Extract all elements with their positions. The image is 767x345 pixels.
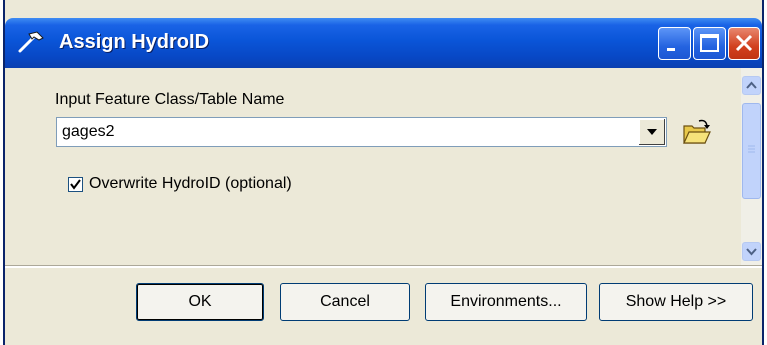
cancel-button-label: Cancel [320,293,370,310]
chevron-down-icon [746,248,757,256]
ok-button-label: OK [188,293,212,310]
input-feature-class-combobox[interactable]: gages2 [56,117,667,147]
combobox-value: gages2 [62,123,115,140]
chevron-up-icon [746,81,757,89]
ok-button[interactable]: OK [136,283,264,321]
scroll-down-button[interactable] [742,242,761,261]
input-field-label: Input Feature Class/Table Name [55,91,285,108]
button-bar-divider [5,265,762,268]
dropdown-button[interactable] [638,119,665,145]
maximize-button[interactable] [693,27,726,60]
environments-button[interactable]: Environments... [425,283,587,321]
browse-button[interactable] [679,115,713,149]
cancel-button[interactable]: Cancel [280,283,410,321]
dialog-window: Assign HydroID Input Feature Class/Table… [3,0,764,345]
scroll-up-button[interactable] [742,76,761,95]
title-bar[interactable]: Assign HydroID [5,18,762,68]
show-help-button[interactable]: Show Help >> [599,283,753,321]
hammer-icon [17,30,45,54]
chevron-down-icon [647,129,657,135]
window-title: Assign HydroID [59,31,210,53]
overwrite-checkbox[interactable] [68,177,83,192]
grip-icon [748,145,755,153]
checkmark-icon [70,179,81,190]
show-help-button-label: Show Help >> [625,293,727,310]
close-icon [735,34,753,52]
minimize-icon [667,48,675,51]
open-folder-icon [683,119,711,144]
vertical-scrollbar[interactable] [741,68,762,265]
scroll-thumb[interactable] [742,103,761,199]
close-button[interactable] [728,27,760,60]
environments-button-label: Environments... [450,293,562,310]
maximize-icon [700,34,719,52]
overwrite-checkbox-label: Overwrite HydroID (optional) [89,175,292,192]
minimize-button[interactable] [658,27,691,60]
